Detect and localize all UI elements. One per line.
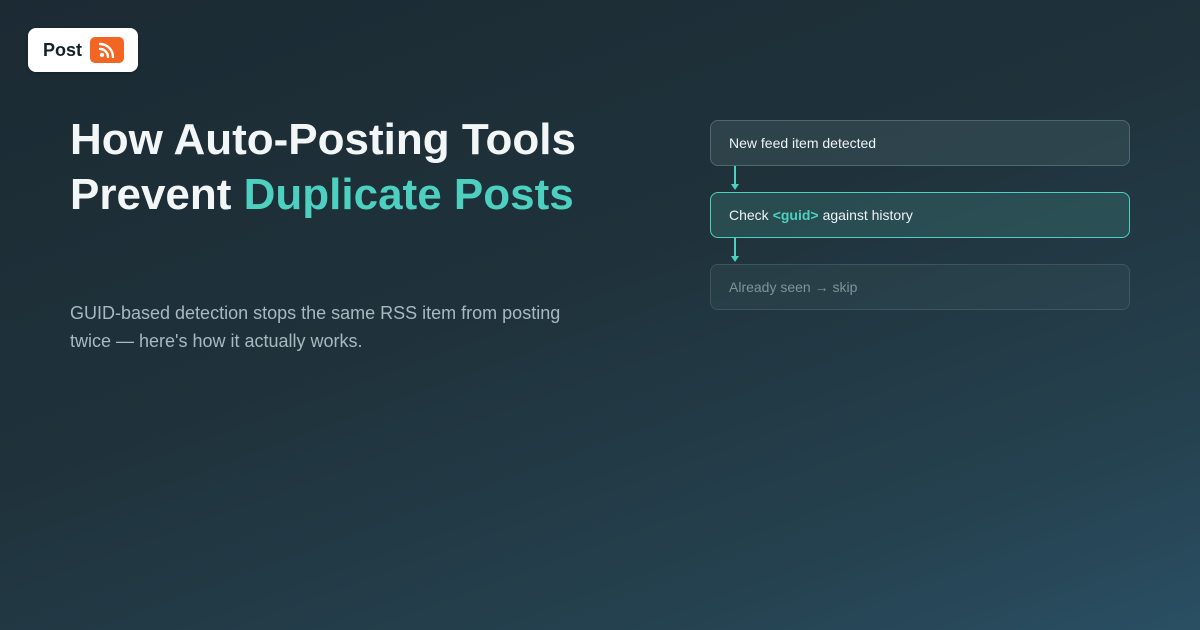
flow-step-skip-label: Already seen → skip <box>729 279 858 295</box>
flow-connector <box>734 238 736 258</box>
subtitle: GUID-based detection stops the same RSS … <box>70 303 561 351</box>
flow-step-skip: Already seen → skip <box>710 264 1130 310</box>
flow-step-detected-label: New feed item detected <box>729 135 877 151</box>
rss-icon <box>90 37 125 63</box>
headline-accent: Duplicate Posts <box>243 170 574 219</box>
flow-step-detected: New feed item detected <box>710 120 1130 166</box>
arrow-down-icon <box>731 184 739 190</box>
arrow-down-icon <box>731 256 739 262</box>
brand-logo[interactable]: Post <box>28 28 138 72</box>
headline-line-2: Prevent <box>70 170 244 219</box>
page-title: How Auto-Posting Tools Prevent Duplicate… <box>70 112 630 222</box>
brand-name: Post <box>43 39 83 60</box>
guid-code: <guid> <box>772 207 819 223</box>
flow-step-check-suffix: against history <box>822 207 913 223</box>
flow-connector <box>734 166 736 186</box>
flow-step-check-guid: Check <guid> against history <box>710 192 1130 238</box>
headline-line-1: How Auto-Posting Tools <box>70 115 576 164</box>
flow-step-check-prefix: Check <box>729 207 769 223</box>
